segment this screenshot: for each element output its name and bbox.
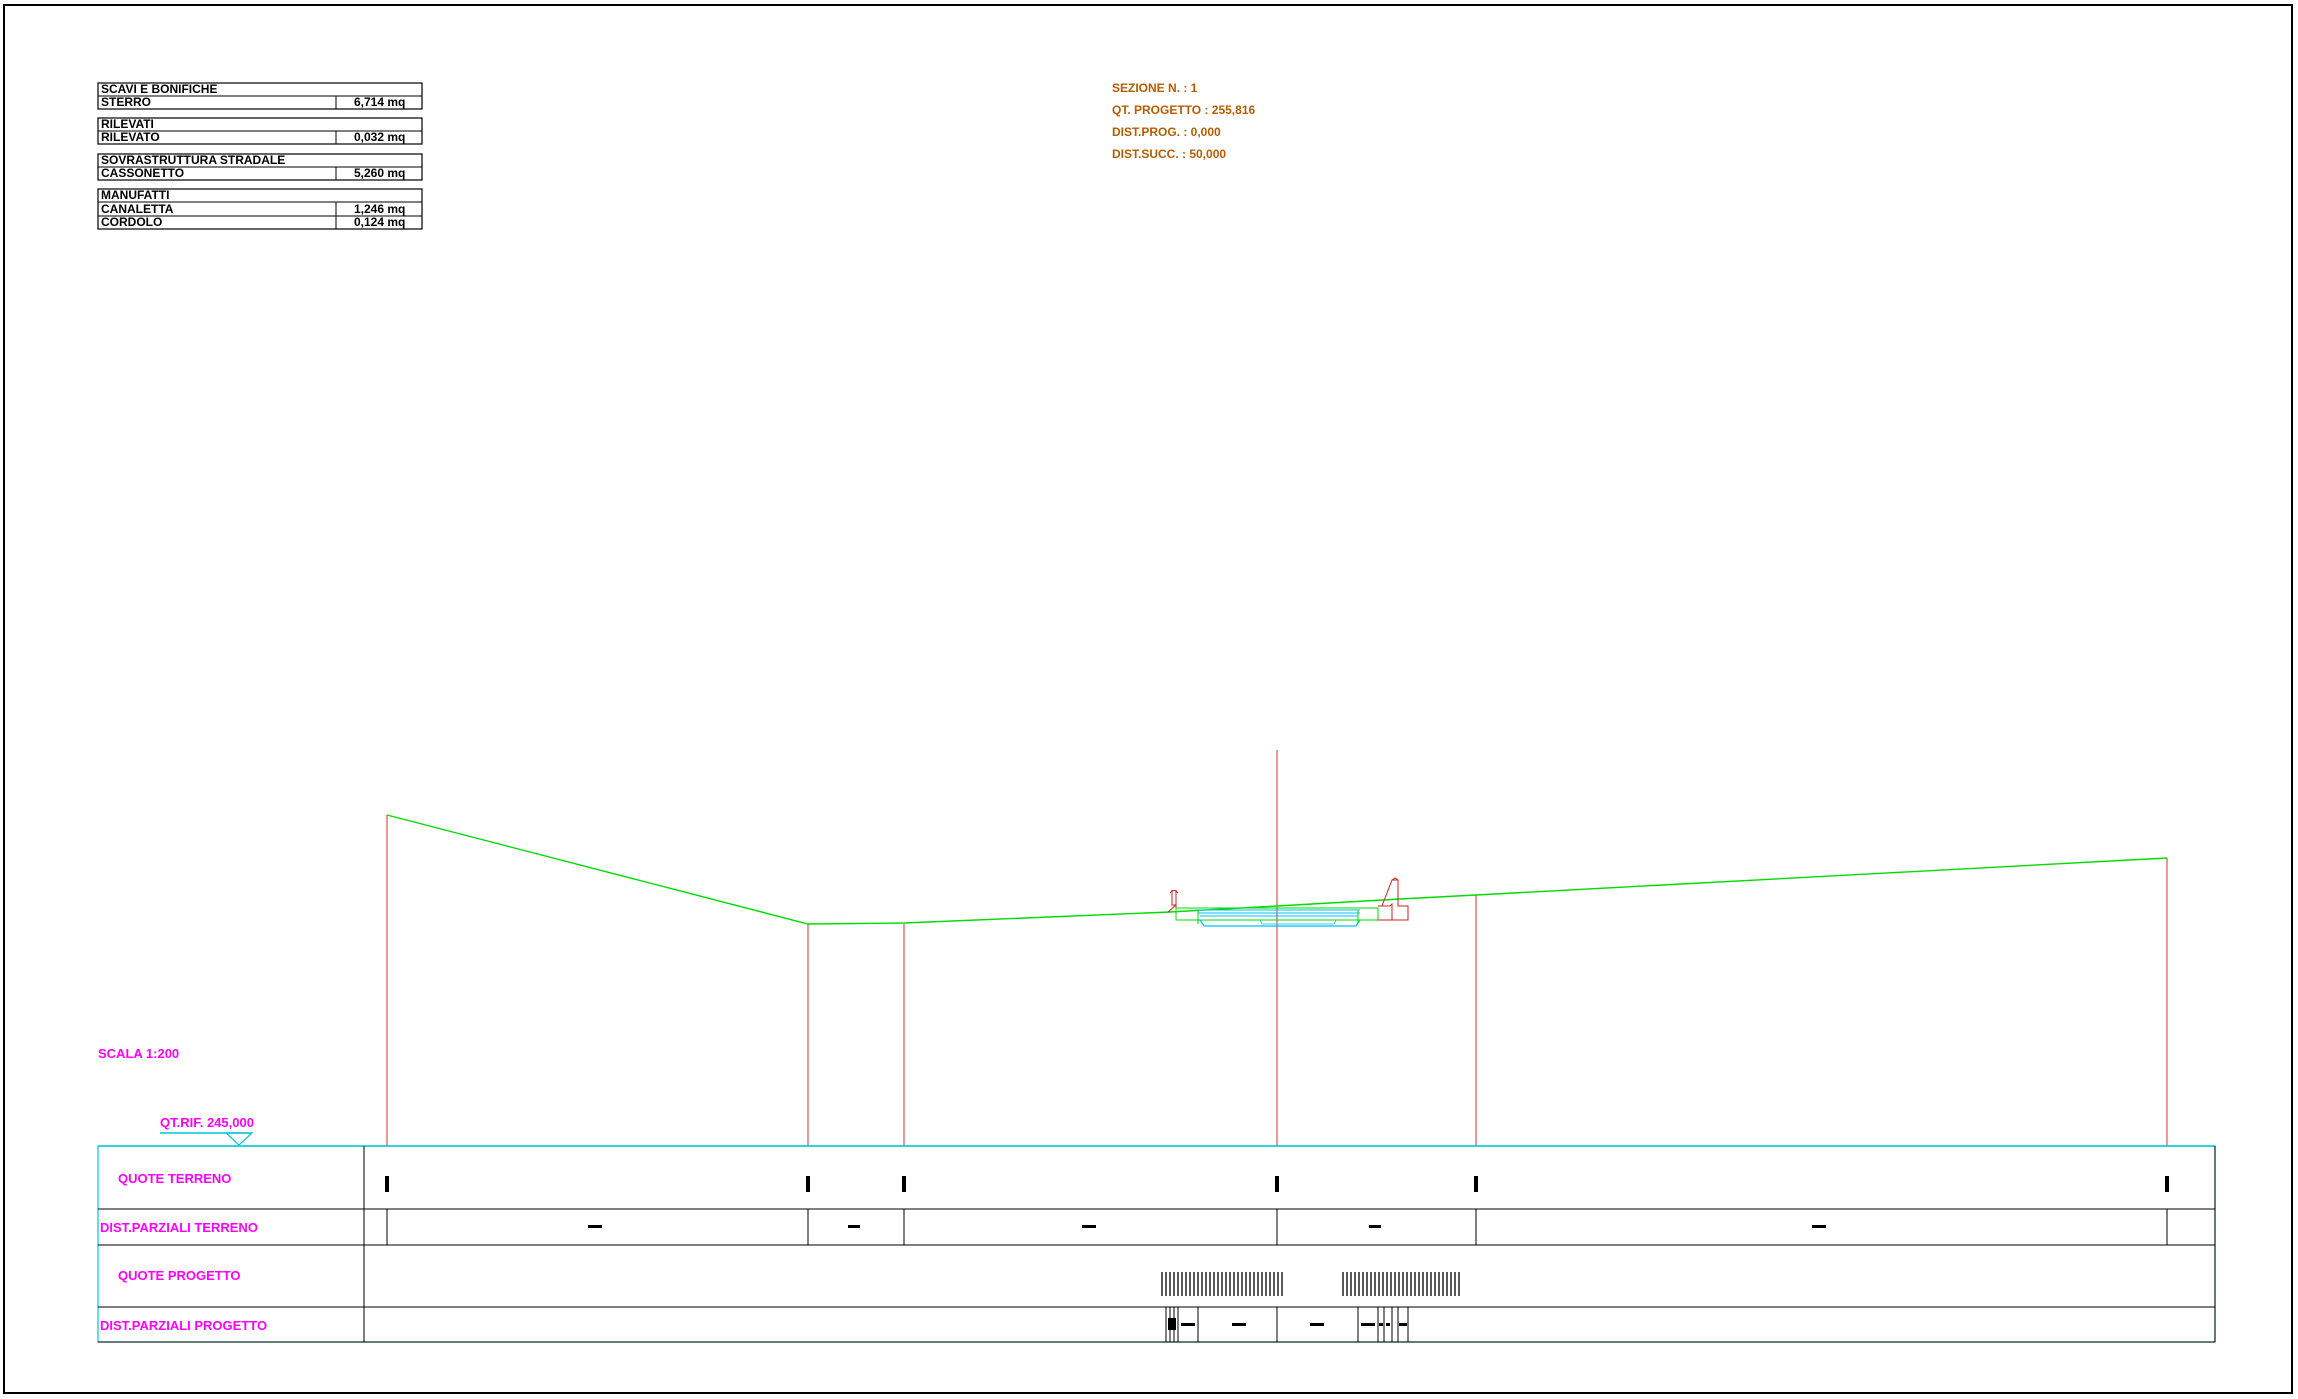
qty-row-label: CORDOLO bbox=[101, 215, 162, 229]
data-band-table: QUOTE TERRENO DIST.PARZIALI TERRENO QUOT… bbox=[97, 1145, 2216, 1343]
band-label-dist-terreno: DIST.PARZIALI TERRENO bbox=[100, 1220, 258, 1235]
drawing-frame bbox=[3, 4, 2293, 1394]
road-template bbox=[1167, 877, 1409, 927]
qty-row-label: STERRO bbox=[101, 95, 151, 109]
next-distance: DIST.SUCC. : 50,000 bbox=[1112, 147, 1226, 161]
qty-row-label: CASSONETTO bbox=[101, 166, 184, 180]
qty-row-value: 5,260 mq bbox=[354, 166, 405, 180]
cad-section-drawing: SCAVI E BONIFICHE STERRO 6,714 mq RILEVA… bbox=[3, 4, 2293, 1394]
quantities-table: SCAVI E BONIFICHE STERRO 6,714 mq RILEVA… bbox=[97, 82, 423, 230]
project-elevation: QT. PROGETTO : 255,816 bbox=[1112, 103, 1255, 117]
qty-group-title: SOVRASTRUTTURA STRADALE bbox=[101, 153, 285, 167]
qty-row-value: 1,246 mq bbox=[354, 202, 405, 216]
section-info: SEZIONE N. : 1 QT. PROGETTO : 255,816 DI… bbox=[1112, 81, 1255, 161]
band-label-quote-terreno: QUOTE TERRENO bbox=[118, 1171, 231, 1186]
qty-group-title: MANUFATTI bbox=[101, 188, 169, 202]
reference-label: QT.RIF. 245,000 bbox=[160, 1115, 254, 1130]
section-number: SEZIONE N. : 1 bbox=[1112, 81, 1198, 95]
qty-row-value: 0,032 mq bbox=[354, 130, 405, 144]
qty-row-label: CANALETTA bbox=[101, 202, 174, 216]
band-label-quote-progetto: QUOTE PROGETTO bbox=[118, 1268, 241, 1283]
qty-row-label: RILEVATO bbox=[101, 130, 160, 144]
qty-group-title: RILEVATI bbox=[101, 117, 154, 131]
scale-label: SCALA 1:200 bbox=[98, 1046, 179, 1061]
qty-row-value: 0,124 mq bbox=[354, 215, 405, 229]
qty-row-value: 6,714 mq bbox=[354, 95, 405, 109]
station-markers bbox=[386, 750, 2168, 1146]
reference-marker: QT.RIF. 245,000 bbox=[160, 1115, 254, 1146]
band-label-dist-progetto: DIST.PARZIALI PROGETTO bbox=[100, 1318, 267, 1333]
qty-group-title: SCAVI E BONIFICHE bbox=[101, 82, 217, 96]
progressive-distance: DIST.PROG. : 0,000 bbox=[1112, 125, 1221, 139]
